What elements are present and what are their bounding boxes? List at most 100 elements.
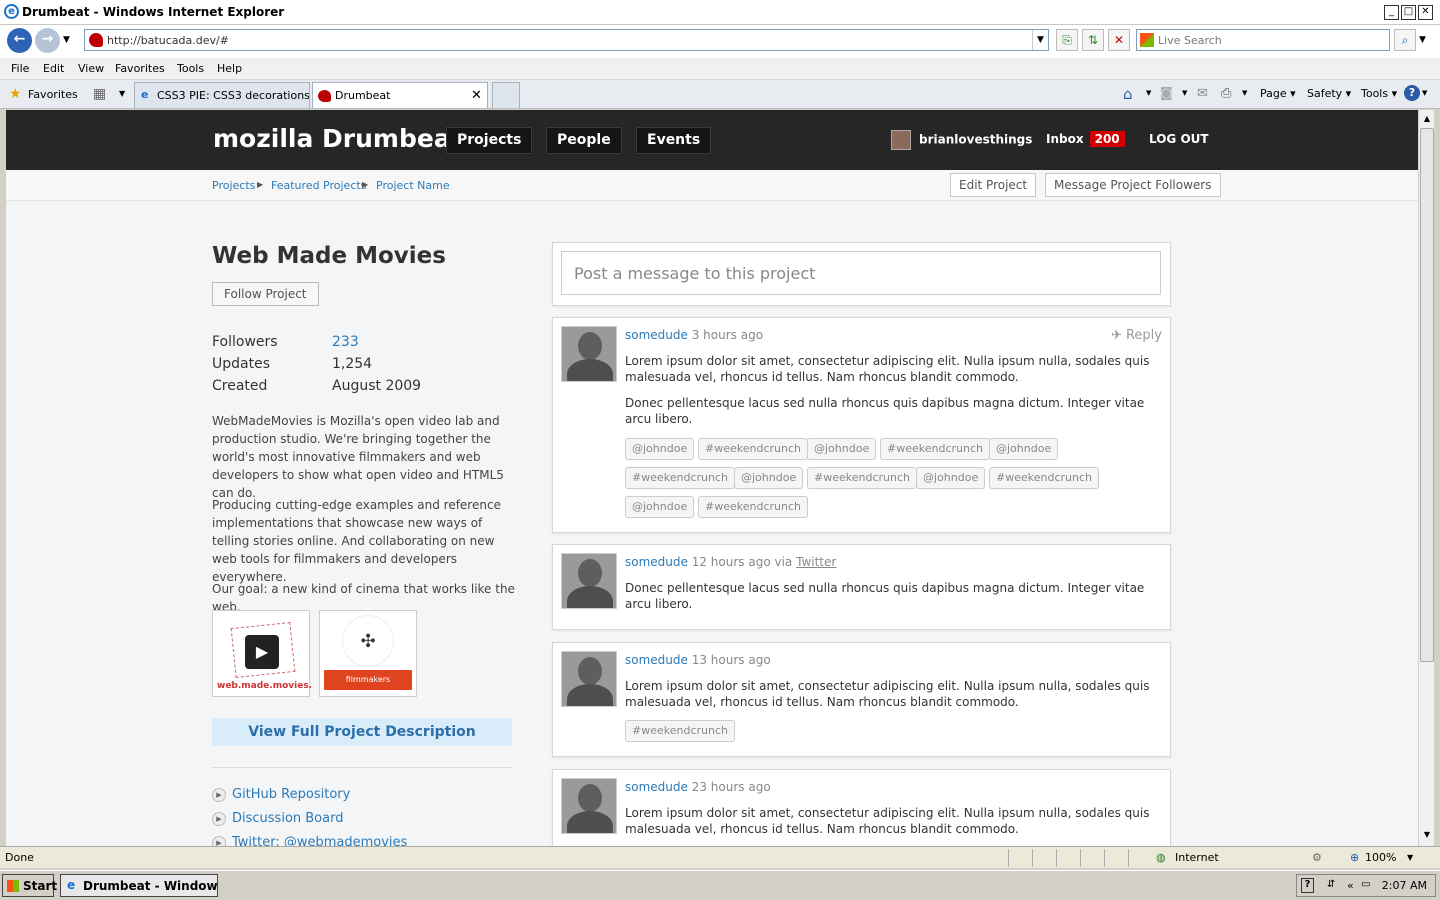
mention-tag[interactable]: @johndoe	[625, 496, 695, 518]
taskbar-item-drumbeat[interactable]: e Drumbeat - Windows ...	[60, 874, 218, 897]
address-bar[interactable]: http://batucada.dev/# ▼	[84, 29, 1049, 51]
nav-events[interactable]: Events	[636, 127, 712, 154]
address-dropdown-icon[interactable]: ▼	[1032, 30, 1048, 50]
menu-favorites[interactable]: Favorites	[115, 62, 165, 75]
nav-projects[interactable]: Projects	[446, 127, 533, 154]
menu-view[interactable]: View	[78, 62, 104, 75]
site-logo[interactable]: mozilla Drumbeat	[213, 124, 463, 153]
zoom-level[interactable]: 100%	[1365, 851, 1396, 864]
help-dropdown-icon[interactable]: ▼	[1422, 89, 1427, 97]
breadcrumb-project[interactable]: Project Name	[376, 179, 450, 192]
favorites-button[interactable]: Favorites	[28, 88, 78, 101]
menu-file[interactable]: File	[11, 62, 29, 75]
hashtag[interactable]: #weekendcrunch	[698, 496, 808, 518]
favorites-star-icon[interactable]: ★	[9, 86, 22, 102]
compatibility-icon[interactable]: ⎘	[1056, 29, 1078, 51]
hashtag[interactable]: #weekendcrunch	[807, 467, 917, 489]
filmmakers-thumbnail[interactable]: ✣ filmmakers	[319, 610, 417, 697]
menu-edit[interactable]: Edit	[43, 62, 64, 75]
feed-user-link[interactable]: somedude	[625, 555, 688, 569]
github-link[interactable]: ▶ GitHub Repository	[212, 787, 350, 802]
hashtag[interactable]: #weekendcrunch	[880, 438, 990, 460]
print-dropdown-icon[interactable]: ▼	[1242, 89, 1247, 97]
feeds-dropdown-icon[interactable]: ▼	[1182, 89, 1187, 97]
feed-user-link[interactable]: somedude	[625, 780, 688, 794]
expand-tray-icon[interactable]: «	[1347, 879, 1354, 892]
feed-time: 3 hours ago	[691, 328, 764, 342]
reply-button[interactable]: ✈ Reply	[1111, 328, 1162, 343]
feed-user-link[interactable]: somedude	[625, 653, 688, 667]
mention-tag[interactable]: @johndoe	[989, 438, 1059, 460]
mention-tag[interactable]: @johndoe	[916, 467, 986, 489]
followers-count[interactable]: 233	[332, 334, 359, 350]
breadcrumb-featured[interactable]: Featured Projects	[271, 179, 366, 192]
print-icon[interactable]: ⎙	[1221, 86, 1231, 101]
quick-tabs-icon[interactable]: ▦	[93, 86, 106, 102]
mention-tag[interactable]: @johndoe	[625, 438, 695, 460]
hashtag[interactable]: #weekendcrunch	[989, 467, 1099, 489]
view-full-description-button[interactable]: View Full Project Description	[212, 718, 512, 746]
close-icon[interactable]: ✕	[1418, 5, 1433, 20]
tools-menu[interactable]: Tools ▾	[1361, 87, 1397, 100]
menu-tools[interactable]: Tools	[177, 62, 204, 75]
home-dropdown-icon[interactable]: ▼	[1146, 89, 1151, 97]
vertical-scrollbar[interactable]: ▲ ▼	[1418, 110, 1434, 846]
logout-link[interactable]: LOG OUT	[1149, 132, 1209, 146]
edit-project-button[interactable]: Edit Project	[950, 173, 1037, 197]
via-twitter-link[interactable]: Twitter	[796, 555, 836, 569]
hashtag[interactable]: #weekendcrunch	[625, 467, 735, 489]
avatar[interactable]	[561, 326, 617, 382]
search-icon[interactable]: ⌕	[1394, 29, 1416, 51]
zoom-dropdown-icon[interactable]: ▼	[1407, 853, 1413, 862]
video-thumbnail[interactable]: ▶ web.made.movies.	[212, 610, 312, 697]
feeds-icon[interactable]: ◙	[1160, 86, 1173, 101]
hashtag[interactable]: #weekendcrunch	[698, 438, 808, 460]
maximize-icon[interactable]: □	[1401, 5, 1416, 20]
mention-tag[interactable]: @johndoe	[807, 438, 877, 460]
history-dropdown-icon[interactable]: ▼	[63, 35, 70, 45]
tab-css3pie[interactable]: e CSS3 PIE: CSS3 decorations ...	[134, 82, 310, 108]
avatar[interactable]	[561, 553, 617, 609]
start-button[interactable]: Start	[2, 874, 57, 897]
follow-project-button[interactable]: Follow Project	[212, 282, 319, 306]
mention-tag[interactable]: @johndoe	[734, 467, 804, 489]
help-tray-icon[interactable]: ?	[1301, 878, 1314, 893]
home-icon[interactable]: ⌂	[1123, 85, 1133, 103]
inbox-link[interactable]: Inbox 200	[1046, 131, 1125, 147]
search-options-icon[interactable]: ▼	[1419, 35, 1426, 45]
tab-drumbeat[interactable]: Drumbeat ✕	[312, 82, 488, 108]
post-message-input[interactable]: Post a message to this project	[561, 251, 1161, 295]
new-tab-button[interactable]	[492, 82, 520, 108]
avatar[interactable]	[561, 778, 617, 834]
discussion-link[interactable]: ▶ Discussion Board	[212, 811, 343, 826]
refresh-icon[interactable]: ⇅	[1082, 29, 1104, 51]
twitter-link[interactable]: ▶ Twitter: @webmademovies	[212, 835, 407, 846]
help-icon[interactable]: ?	[1404, 85, 1420, 101]
feed-user-link[interactable]: somedude	[625, 328, 688, 342]
scrollbar-thumb[interactable]	[1420, 128, 1434, 662]
play-icon[interactable]: ▶	[245, 635, 279, 669]
user-menu[interactable]: brianlovesthings	[891, 130, 1032, 150]
avatar[interactable]	[561, 651, 617, 707]
network-icon[interactable]: ⇵	[1327, 879, 1335, 890]
close-tab-icon[interactable]: ✕	[471, 88, 482, 103]
safety-menu[interactable]: Safety ▾	[1307, 87, 1351, 100]
breadcrumb-projects[interactable]: Projects	[212, 179, 255, 192]
page-menu[interactable]: Page ▾	[1260, 87, 1296, 100]
forward-button[interactable]: →	[35, 28, 60, 53]
search-input[interactable]: Live Search	[1136, 29, 1390, 51]
protected-mode-icon[interactable]: ⚙	[1312, 851, 1322, 864]
tools-menu-label: Tools	[1361, 87, 1389, 100]
minimize-icon[interactable]: _	[1384, 5, 1399, 20]
message-followers-button[interactable]: Message Project Followers	[1045, 173, 1221, 197]
menu-help[interactable]: Help	[217, 62, 242, 75]
mail-icon[interactable]: ✉	[1197, 86, 1208, 101]
vm-icon[interactable]: ▭	[1361, 879, 1370, 890]
tab-list-icon[interactable]: ▼	[119, 89, 125, 98]
hashtag[interactable]: #weekendcrunch	[625, 720, 735, 742]
scroll-down-icon[interactable]: ▼	[1421, 828, 1433, 842]
nav-people[interactable]: People	[546, 127, 622, 154]
stop-icon[interactable]: ✕	[1108, 29, 1130, 51]
back-button[interactable]: ←	[7, 28, 32, 53]
scroll-up-icon[interactable]: ▲	[1421, 112, 1433, 126]
